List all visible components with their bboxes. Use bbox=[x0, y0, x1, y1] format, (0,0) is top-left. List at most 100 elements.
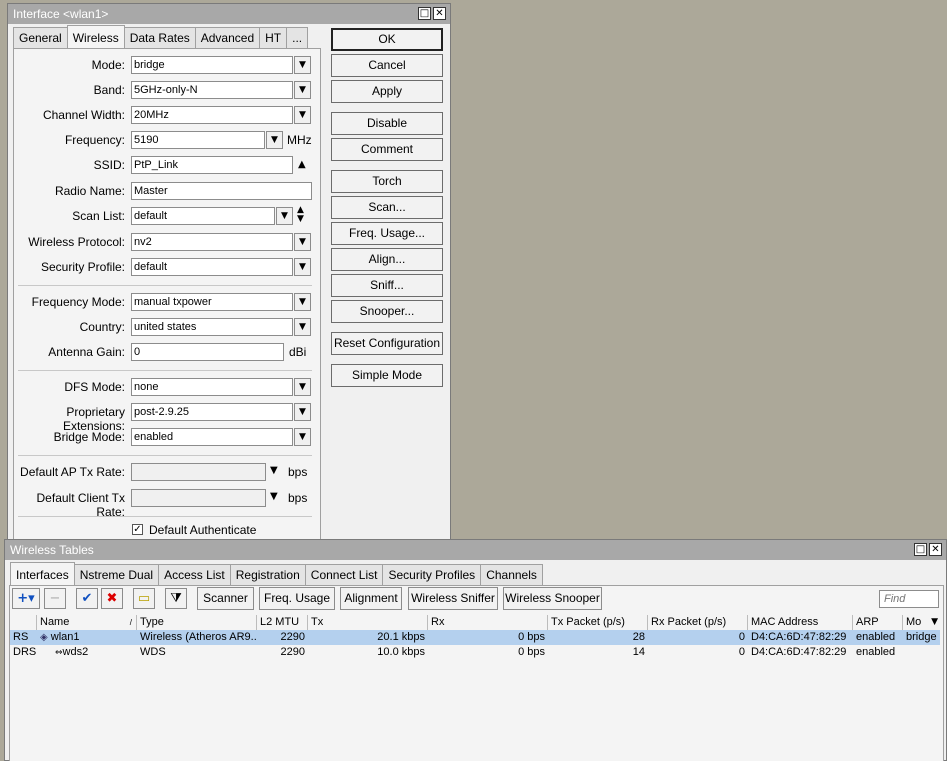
freq-usage-button[interactable]: Freq. Usage... bbox=[331, 222, 443, 245]
default-ap-tx-rate-input[interactable] bbox=[131, 463, 266, 481]
close-icon[interactable]: ✕ bbox=[929, 543, 942, 556]
security-profile-select[interactable]: default bbox=[131, 258, 293, 276]
torch-button[interactable]: Torch bbox=[331, 170, 443, 193]
country-dropdown-icon[interactable]: ▼ bbox=[294, 318, 311, 336]
simple-mode-button[interactable]: Simple Mode bbox=[331, 364, 443, 387]
band-dropdown-icon[interactable]: ▼ bbox=[294, 81, 311, 99]
wireless-protocol-select[interactable]: nv2 bbox=[131, 233, 293, 251]
channel-width-dropdown-icon[interactable]: ▼ bbox=[294, 106, 311, 124]
tab-registration[interactable]: Registration bbox=[229, 564, 306, 585]
scanner-button[interactable]: Scanner bbox=[197, 587, 254, 610]
proprietary-extensions-select[interactable]: post-2.9.25 bbox=[131, 403, 293, 421]
apply-button[interactable]: Apply bbox=[331, 80, 443, 103]
proprietary-extensions-dropdown-icon[interactable]: ▼ bbox=[294, 403, 311, 421]
ssid-input[interactable]: PtP_Link bbox=[131, 156, 293, 174]
antenna-gain-input[interactable]: 0 bbox=[131, 343, 284, 361]
add-icon[interactable]: +▾ bbox=[12, 588, 40, 609]
tab-more[interactable]: ... bbox=[286, 27, 309, 48]
scan-list-select[interactable]: default bbox=[131, 207, 275, 225]
sniff-button[interactable]: Sniff... bbox=[331, 274, 443, 297]
alignment-button[interactable]: Alignment bbox=[340, 587, 402, 610]
tab-access-list[interactable]: Access List bbox=[158, 564, 231, 585]
comment-button[interactable]: Comment bbox=[331, 138, 443, 161]
column-header-l2mtu[interactable]: L2 MTU bbox=[257, 615, 308, 630]
ok-button[interactable]: OK bbox=[331, 28, 443, 51]
filter-icon[interactable]: ⧩ bbox=[165, 588, 187, 609]
tab-nstreme-dual[interactable]: Nstreme Dual bbox=[73, 564, 160, 585]
column-header-arp[interactable]: ARP bbox=[853, 615, 903, 630]
tab-advanced[interactable]: Advanced bbox=[194, 27, 261, 48]
row-mode bbox=[903, 645, 940, 660]
close-icon[interactable]: ✕ bbox=[433, 7, 446, 20]
tab-connect-list[interactable]: Connect List bbox=[304, 564, 384, 585]
maximize-icon[interactable]: □ bbox=[914, 543, 927, 556]
frequency-dropdown-icon[interactable]: ▼ bbox=[266, 131, 283, 149]
dfs-mode-dropdown-icon[interactable]: ▼ bbox=[294, 378, 311, 396]
align-button[interactable]: Align... bbox=[331, 248, 443, 271]
tab-channels[interactable]: Channels bbox=[480, 564, 543, 585]
row-name[interactable]: ◈ wlan1 bbox=[37, 630, 137, 645]
separator bbox=[18, 285, 312, 286]
reset-configuration-button[interactable]: Reset Configuration bbox=[331, 332, 443, 355]
dfs-mode-select[interactable]: none bbox=[131, 378, 293, 396]
dfs-mode-label: DFS Mode: bbox=[64, 380, 125, 394]
comment-icon[interactable]: ▭ bbox=[133, 588, 155, 609]
bridge-mode-select[interactable]: enabled bbox=[131, 428, 293, 446]
bridge-mode-dropdown-icon[interactable]: ▼ bbox=[294, 428, 311, 446]
frequency-mode-dropdown-icon[interactable]: ▼ bbox=[294, 293, 311, 311]
wireless-snooper-button[interactable]: Wireless Snooper bbox=[503, 587, 602, 610]
column-header-rx-packet[interactable]: Rx Packet (p/s) bbox=[648, 615, 748, 630]
snooper-button[interactable]: Snooper... bbox=[331, 300, 443, 323]
column-header-mac[interactable]: MAC Address bbox=[748, 615, 853, 630]
scan-list-dropdown-icon[interactable]: ▼ bbox=[276, 207, 293, 225]
row-rx: 0 bps bbox=[518, 646, 545, 658]
column-header-mode[interactable]: Mo ▼ bbox=[903, 615, 940, 630]
band-select[interactable]: 5GHz-only-N bbox=[131, 81, 293, 99]
mode-select[interactable]: bridge bbox=[131, 56, 293, 74]
default-authenticate-checkbox[interactable]: ✓ bbox=[132, 524, 143, 535]
ssid-collapse-icon[interactable]: ▲ bbox=[298, 159, 306, 170]
row-tx: 20.1 kbps bbox=[377, 631, 425, 643]
row-name[interactable]: ⇔wds2 bbox=[37, 645, 137, 660]
column-header-rx[interactable]: Rx bbox=[428, 615, 548, 630]
default-client-tx-rate-input[interactable] bbox=[131, 489, 266, 507]
channel-width-select[interactable]: 20MHz bbox=[131, 106, 293, 124]
disable-icon[interactable]: ✖ bbox=[101, 588, 123, 609]
scan-button[interactable]: Scan... bbox=[331, 196, 443, 219]
country-select[interactable]: united states bbox=[131, 318, 293, 336]
row-mac: D4:CA:6D:47:82:29 bbox=[751, 646, 847, 658]
column-header-tx[interactable]: Tx bbox=[308, 615, 428, 630]
column-header-type[interactable]: Type bbox=[137, 615, 257, 630]
column-menu-icon[interactable]: ▼ bbox=[931, 615, 938, 630]
wireless-protocol-dropdown-icon[interactable]: ▼ bbox=[294, 233, 311, 251]
default-ap-tx-rate-dropdown-icon[interactable]: ▼ bbox=[270, 465, 278, 476]
enable-icon[interactable]: ✔ bbox=[76, 588, 98, 609]
row-arp: enabled bbox=[856, 631, 896, 643]
radio-name-input[interactable]: Master bbox=[131, 182, 312, 200]
column-name-label: Name bbox=[40, 616, 70, 628]
frequency-mode-select[interactable]: manual txpower bbox=[131, 293, 293, 311]
wireless-tables-title: Wireless Tables bbox=[5, 540, 946, 560]
security-profile-dropdown-icon[interactable]: ▼ bbox=[294, 258, 311, 276]
wireless-sniffer-button[interactable]: Wireless Sniffer bbox=[408, 587, 498, 610]
tab-interfaces[interactable]: Interfaces bbox=[10, 562, 75, 585]
tab-ht[interactable]: HT bbox=[259, 27, 288, 48]
interfaces-panel bbox=[9, 585, 944, 761]
column-header-name[interactable]: Name / bbox=[37, 615, 137, 630]
find-input[interactable] bbox=[879, 590, 939, 608]
maximize-icon[interactable]: □ bbox=[418, 7, 431, 20]
column-header-tx-packet[interactable]: Tx Packet (p/s) bbox=[548, 615, 648, 630]
mode-dropdown-icon[interactable]: ▼ bbox=[294, 56, 311, 74]
tab-data-rates[interactable]: Data Rates bbox=[123, 27, 196, 48]
frequency-select[interactable]: 5190 bbox=[131, 131, 265, 149]
freq-usage-button[interactable]: Freq. Usage bbox=[259, 587, 335, 610]
tab-general[interactable]: General bbox=[13, 27, 68, 48]
scan-list-updown-icon[interactable]: ▲ ▼ bbox=[297, 206, 304, 224]
disable-button[interactable]: Disable bbox=[331, 112, 443, 135]
default-client-tx-rate-dropdown-icon[interactable]: ▼ bbox=[270, 491, 278, 502]
tab-wireless[interactable]: Wireless bbox=[66, 25, 125, 48]
tab-security-profiles[interactable]: Security Profiles bbox=[382, 564, 482, 585]
remove-icon[interactable]: − bbox=[44, 588, 66, 609]
channel-width-label: Channel Width: bbox=[42, 108, 125, 122]
cancel-button[interactable]: Cancel bbox=[331, 54, 443, 77]
